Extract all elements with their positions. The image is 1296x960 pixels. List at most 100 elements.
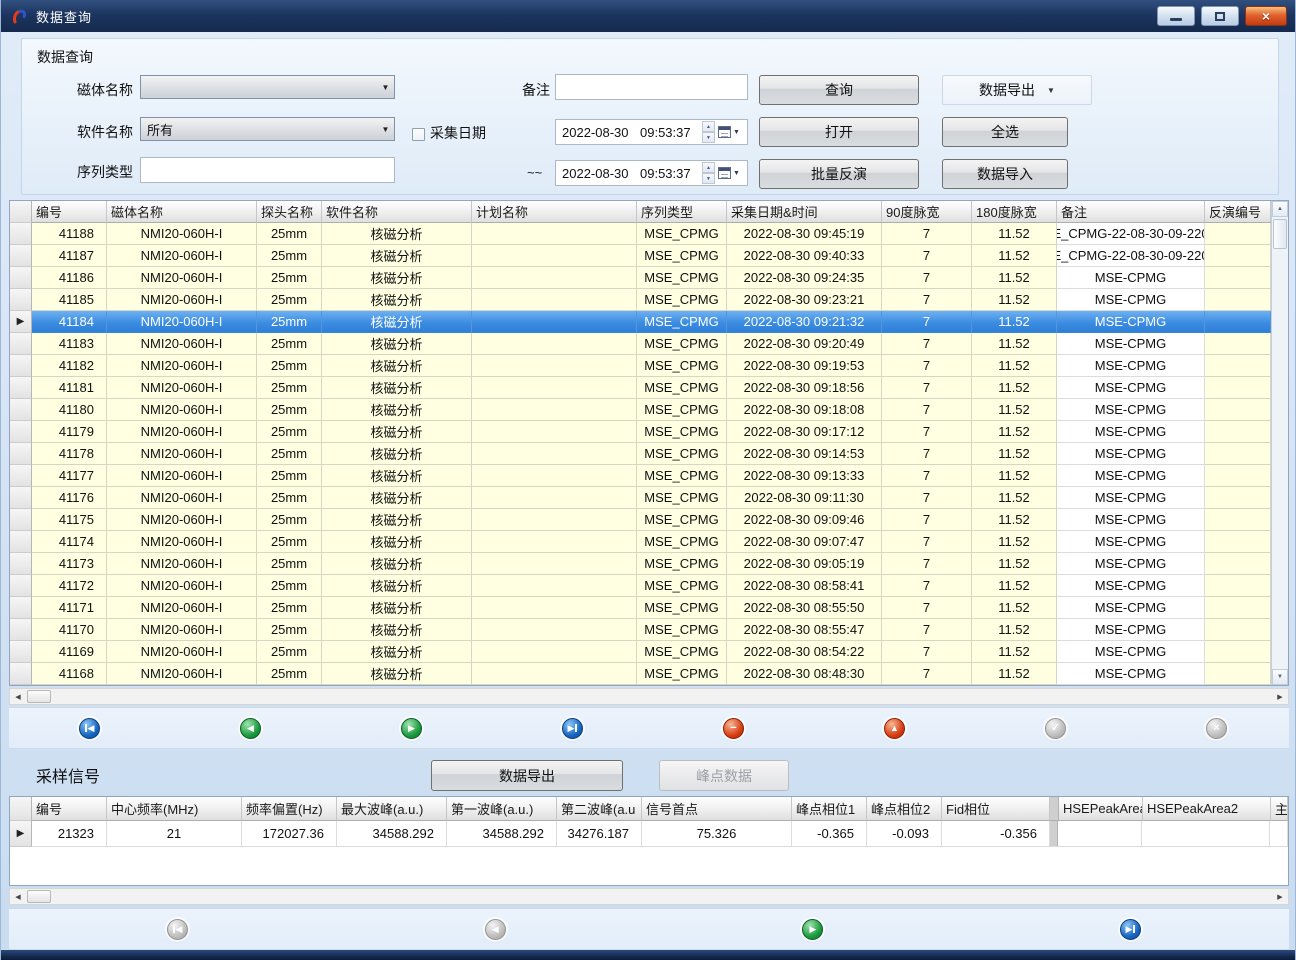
select-all-button[interactable]: 全选 [942,117,1068,147]
table-row[interactable]: 41176NMI20-060H-I25mm核磁分析MSE_CPMG2022-08… [10,487,1271,509]
calendar-button[interactable]: ▼ [718,120,740,144]
chevron-down-icon[interactable]: ▼ [377,118,394,140]
edit-record-icon[interactable]: ▲ [884,718,905,739]
chevron-down-icon[interactable]: ▼ [377,76,394,98]
scroll-down-icon[interactable]: ▼ [1272,669,1288,685]
column-header[interactable]: 第二波峰(a.u [557,797,642,821]
prior-record-icon[interactable]: ◀ [240,718,261,739]
cell-p90: 7 [882,619,972,641]
cell-datetime: 2022-08-30 09:19:53 [727,355,882,377]
scroll-left-icon[interactable]: ◀ [10,889,26,904]
column-header[interactable]: 反演编号 [1205,201,1271,223]
table-row[interactable]: 41178NMI20-060H-I25mm核磁分析MSE_CPMG2022-08… [10,443,1271,465]
column-header[interactable]: 软件名称 [322,201,472,223]
next-record-icon[interactable]: ▶ [401,718,422,739]
scroll-right-icon[interactable]: ▶ [1272,889,1288,904]
column-header[interactable]: 90度脉宽 [882,201,972,223]
scrollbar-thumb[interactable] [1273,219,1287,249]
column-header[interactable]: 峰点相位1 [792,797,867,821]
scrollbar-thumb[interactable] [27,690,51,703]
table-row[interactable]: 41180NMI20-060H-I25mm核磁分析MSE_CPMG2022-08… [10,399,1271,421]
cell-datetime: 2022-08-30 09:17:12 [727,421,882,443]
sequence-type-input[interactable] [140,157,395,183]
acq-date-checkbox[interactable] [412,128,425,141]
minimize-button[interactable] [1157,6,1195,26]
cell-p180: 11.52 [972,465,1057,487]
scroll-right-icon[interactable]: ▶ [1272,689,1288,704]
table-row[interactable]: 41168NMI20-060H-I25mm核磁分析MSE_CPMG2022-08… [10,663,1271,685]
cell-software: 核磁分析 [322,311,472,333]
table-row[interactable]: 41175NMI20-060H-I25mm核磁分析MSE_CPMG2022-08… [10,509,1271,531]
first-record-icon[interactable]: ◀ [79,718,100,739]
column-header[interactable]: 探头名称 [257,201,322,223]
cell-seq: MSE_CPMG [637,355,727,377]
table-row[interactable]: 41174NMI20-060H-I25mm核磁分析MSE_CPMG2022-08… [10,531,1271,553]
main-grid-vertical-scrollbar[interactable]: ▲ ▼ [1271,201,1288,685]
column-header[interactable]: 最大波峰(a.u.) [337,797,447,821]
signal-data-export-button[interactable]: 数据导出 [431,760,623,791]
open-button[interactable]: 打开 [759,117,919,147]
scroll-up-icon[interactable]: ▲ [1272,201,1288,217]
column-header[interactable]: 峰点相位2 [867,797,942,821]
column-header[interactable]: 编号 [32,797,107,821]
table-row[interactable]: 41186NMI20-060H-I25mm核磁分析MSE_CPMG2022-08… [10,267,1271,289]
signal-grid-horizontal-scrollbar[interactable]: ◀ ▶ [9,888,1289,905]
query-button[interactable]: 查询 [759,75,919,105]
column-header[interactable]: 计划名称 [472,201,637,223]
scroll-left-icon[interactable]: ◀ [10,689,26,704]
table-row[interactable]: 41183NMI20-060H-I25mm核磁分析MSE_CPMG2022-08… [10,333,1271,355]
table-row[interactable]: 41172NMI20-060H-I25mm核磁分析MSE_CPMG2022-08… [10,575,1271,597]
data-import-button[interactable]: 数据导入 [942,159,1068,189]
column-header[interactable]: HSEPeakArea2 [1143,797,1271,821]
time-spinner[interactable]: ▲▼ [702,121,715,143]
remark-input[interactable] [555,74,748,100]
column-header[interactable]: 主 [1271,797,1288,821]
table-row[interactable]: 41179NMI20-060H-I25mm核磁分析MSE_CPMG2022-08… [10,421,1271,443]
column-header[interactable]: 180度脉宽 [972,201,1057,223]
titlebar: 数据查询 × [1,0,1296,32]
column-header[interactable]: 磁体名称 [107,201,257,223]
column-header[interactable]: 备注 [1057,201,1205,223]
column-header[interactable]: 信号首点 [642,797,792,821]
peak-data-button[interactable]: 峰点数据 [659,760,789,791]
table-row[interactable]: 41173NMI20-060H-I25mm核磁分析MSE_CPMG2022-08… [10,553,1271,575]
column-header[interactable]: 编号 [32,201,107,223]
main-grid-horizontal-scrollbar[interactable]: ◀ ▶ [9,688,1289,705]
column-header[interactable]: HSEPeakArea1 [1059,797,1143,821]
column-header[interactable]: Fid相位 [942,797,1050,821]
column-header[interactable]: 频率偏置(Hz) [242,797,337,821]
column-header[interactable]: 中心频率(MHz) [107,797,242,821]
table-row[interactable]: 41182NMI20-060H-I25mm核磁分析MSE_CPMG2022-08… [10,355,1271,377]
table-row[interactable]: 41169NMI20-060H-I25mm核磁分析MSE_CPMG2022-08… [10,641,1271,663]
close-button[interactable]: × [1245,6,1287,26]
table-row[interactable]: 41181NMI20-060H-I25mm核磁分析MSE_CPMG2022-08… [10,377,1271,399]
data-export-dropdown[interactable]: 数据导出 ▼ [942,75,1092,105]
time-spinner[interactable]: ▲▼ [702,162,715,184]
magnet-name-select[interactable]: ▼ [140,75,395,99]
column-header[interactable]: 序列类型 [637,201,727,223]
row-indicator [10,597,32,619]
calendar-button[interactable]: ▼ [718,161,740,185]
next-record-icon[interactable]: ▶ [802,919,823,940]
cell-divider [1050,821,1058,847]
column-header[interactable]: 采集日期&时间 [727,201,882,223]
table-row[interactable]: 41185NMI20-060H-I25mm核磁分析MSE_CPMG2022-08… [10,289,1271,311]
table-row[interactable]: 41177NMI20-060H-I25mm核磁分析MSE_CPMG2022-08… [10,465,1271,487]
table-row[interactable]: 41171NMI20-060H-I25mm核磁分析MSE_CPMG2022-08… [10,597,1271,619]
table-row[interactable]: ▶2132321172027.3634588.29234588.29234276… [10,821,1288,847]
delete-record-icon[interactable]: − [723,718,744,739]
batch-inversion-button[interactable]: 批量反演 [759,159,919,189]
column-header[interactable]: 第一波峰(a.u.) [447,797,557,821]
cell-p90: 7 [882,377,972,399]
last-record-icon[interactable]: ▶ [562,718,583,739]
restore-button[interactable] [1201,6,1239,26]
table-row[interactable]: 41188NMI20-060H-I25mm核磁分析MSE_CPMG2022-08… [10,223,1271,245]
table-row[interactable]: 41187NMI20-060H-I25mm核磁分析MSE_CPMG2022-08… [10,245,1271,267]
scrollbar-thumb[interactable] [27,890,51,903]
table-row[interactable]: ▶41184NMI20-060H-I25mm核磁分析MSE_CPMG2022-0… [10,311,1271,333]
date-from-picker[interactable]: 2022-08-30 09:53:37 ▲▼ ▼ [555,119,748,145]
date-to-picker[interactable]: 2022-08-30 09:53:37 ▲▼ ▼ [555,160,748,186]
table-row[interactable]: 41170NMI20-060H-I25mm核磁分析MSE_CPMG2022-08… [10,619,1271,641]
software-name-select[interactable]: 所有 ▼ [140,117,395,141]
last-record-icon[interactable]: ▶ [1120,919,1141,940]
